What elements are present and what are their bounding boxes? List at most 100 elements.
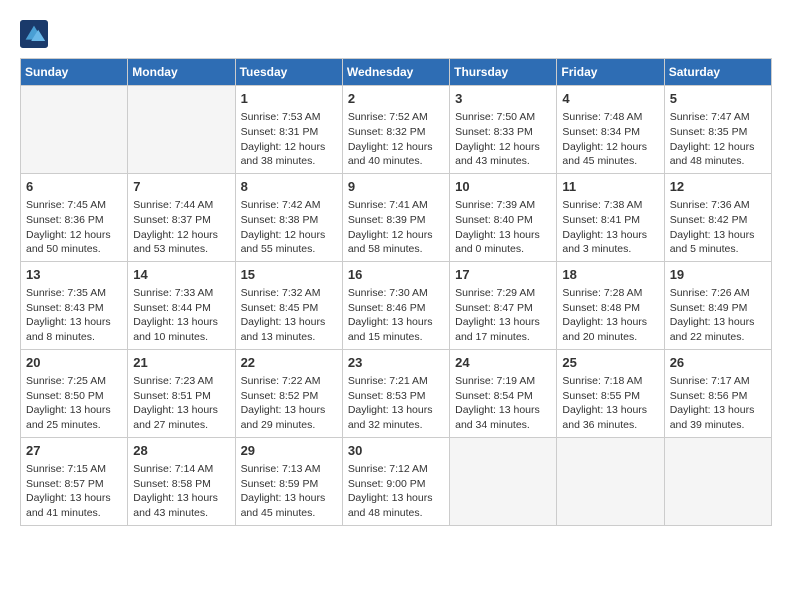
day-cell: 27 Sunrise: 7:15 AM Sunset: 8:57 PM Dayli… [21, 437, 128, 525]
day-cell [664, 437, 771, 525]
day-info: Sunrise: 7:44 AM Sunset: 8:37 PM Dayligh… [133, 198, 229, 257]
day-number: 3 [455, 90, 551, 108]
weekday-thursday: Thursday [450, 59, 557, 86]
week-row-3: 13 Sunrise: 7:35 AM Sunset: 8:43 PM Dayli… [21, 261, 772, 349]
day-cell: 9 Sunrise: 7:41 AM Sunset: 8:39 PM Daylig… [342, 173, 449, 261]
day-number: 25 [562, 354, 658, 372]
day-number: 18 [562, 266, 658, 284]
day-info: Sunrise: 7:17 AM Sunset: 8:56 PM Dayligh… [670, 374, 766, 433]
logo-icon [20, 20, 48, 48]
week-row-1: 1 Sunrise: 7:53 AM Sunset: 8:31 PM Daylig… [21, 86, 772, 174]
day-cell: 11 Sunrise: 7:38 AM Sunset: 8:41 PM Dayli… [557, 173, 664, 261]
day-cell: 3 Sunrise: 7:50 AM Sunset: 8:33 PM Daylig… [450, 86, 557, 174]
day-info: Sunrise: 7:12 AM Sunset: 9:00 PM Dayligh… [348, 462, 444, 521]
day-cell [450, 437, 557, 525]
day-info: Sunrise: 7:53 AM Sunset: 8:31 PM Dayligh… [241, 110, 337, 169]
week-row-2: 6 Sunrise: 7:45 AM Sunset: 8:36 PM Daylig… [21, 173, 772, 261]
day-info: Sunrise: 7:29 AM Sunset: 8:47 PM Dayligh… [455, 286, 551, 345]
weekday-sunday: Sunday [21, 59, 128, 86]
day-info: Sunrise: 7:18 AM Sunset: 8:55 PM Dayligh… [562, 374, 658, 433]
day-number: 16 [348, 266, 444, 284]
day-info: Sunrise: 7:48 AM Sunset: 8:34 PM Dayligh… [562, 110, 658, 169]
day-info: Sunrise: 7:42 AM Sunset: 8:38 PM Dayligh… [241, 198, 337, 257]
day-cell: 26 Sunrise: 7:17 AM Sunset: 8:56 PM Dayli… [664, 349, 771, 437]
day-cell: 30Sunrise: 7:12 AM Sunset: 9:00 PM Dayli… [342, 437, 449, 525]
week-row-4: 20Sunrise: 7:25 AM Sunset: 8:50 PM Dayli… [21, 349, 772, 437]
day-info: Sunrise: 7:45 AM Sunset: 8:36 PM Dayligh… [26, 198, 122, 257]
day-cell: 15 Sunrise: 7:32 AM Sunset: 8:45 PM Dayli… [235, 261, 342, 349]
day-cell: 29Sunrise: 7:13 AM Sunset: 8:59 PM Dayli… [235, 437, 342, 525]
calendar-body: 1 Sunrise: 7:53 AM Sunset: 8:31 PM Daylig… [21, 86, 772, 526]
day-info: Sunrise: 7:14 AM Sunset: 8:58 PM Dayligh… [133, 462, 229, 521]
day-number: 5 [670, 90, 766, 108]
day-cell: 2Sunrise: 7:52 AM Sunset: 8:32 PM Daylig… [342, 86, 449, 174]
day-number: 26 [670, 354, 766, 372]
day-number: 6 [26, 178, 122, 196]
day-number: 7 [133, 178, 229, 196]
weekday-saturday: Saturday [664, 59, 771, 86]
day-number: 29 [241, 442, 337, 460]
day-info: Sunrise: 7:38 AM Sunset: 8:41 PM Dayligh… [562, 198, 658, 257]
day-info: Sunrise: 7:39 AM Sunset: 8:40 PM Dayligh… [455, 198, 551, 257]
day-info: Sunrise: 7:28 AM Sunset: 8:48 PM Dayligh… [562, 286, 658, 345]
day-cell: 22 Sunrise: 7:22 AM Sunset: 8:52 PM Dayli… [235, 349, 342, 437]
weekday-friday: Friday [557, 59, 664, 86]
day-cell: 6 Sunrise: 7:45 AM Sunset: 8:36 PM Daylig… [21, 173, 128, 261]
day-number: 15 [241, 266, 337, 284]
day-cell: 28 Sunrise: 7:14 AM Sunset: 8:58 PM Dayli… [128, 437, 235, 525]
day-number: 17 [455, 266, 551, 284]
day-number: 9 [348, 178, 444, 196]
day-cell [557, 437, 664, 525]
day-info: Sunrise: 7:50 AM Sunset: 8:33 PM Dayligh… [455, 110, 551, 169]
day-info: Sunrise: 7:15 AM Sunset: 8:57 PM Dayligh… [26, 462, 122, 521]
weekday-monday: Monday [128, 59, 235, 86]
day-info: Sunrise: 7:21 AM Sunset: 8:53 PM Dayligh… [348, 374, 444, 433]
day-cell: 7 Sunrise: 7:44 AM Sunset: 8:37 PM Daylig… [128, 173, 235, 261]
day-cell: 8Sunrise: 7:42 AM Sunset: 8:38 PM Daylig… [235, 173, 342, 261]
weekday-tuesday: Tuesday [235, 59, 342, 86]
day-cell: 4Sunrise: 7:48 AM Sunset: 8:34 PM Daylig… [557, 86, 664, 174]
day-info: Sunrise: 7:35 AM Sunset: 8:43 PM Dayligh… [26, 286, 122, 345]
day-number: 13 [26, 266, 122, 284]
day-number: 12 [670, 178, 766, 196]
day-number: 14 [133, 266, 229, 284]
day-cell: 23Sunrise: 7:21 AM Sunset: 8:53 PM Dayli… [342, 349, 449, 437]
day-info: Sunrise: 7:23 AM Sunset: 8:51 PM Dayligh… [133, 374, 229, 433]
day-cell: 1 Sunrise: 7:53 AM Sunset: 8:31 PM Daylig… [235, 86, 342, 174]
day-info: Sunrise: 7:26 AM Sunset: 8:49 PM Dayligh… [670, 286, 766, 345]
day-info: Sunrise: 7:32 AM Sunset: 8:45 PM Dayligh… [241, 286, 337, 345]
logo [20, 20, 52, 48]
day-number: 2 [348, 90, 444, 108]
day-info: Sunrise: 7:36 AM Sunset: 8:42 PM Dayligh… [670, 198, 766, 257]
day-number: 22 [241, 354, 337, 372]
day-number: 11 [562, 178, 658, 196]
weekday-header-row: SundayMondayTuesdayWednesdayThursdayFrid… [21, 59, 772, 86]
day-cell: 19 Sunrise: 7:26 AM Sunset: 8:49 PM Dayli… [664, 261, 771, 349]
day-info: Sunrise: 7:22 AM Sunset: 8:52 PM Dayligh… [241, 374, 337, 433]
day-info: Sunrise: 7:41 AM Sunset: 8:39 PM Dayligh… [348, 198, 444, 257]
day-cell [21, 86, 128, 174]
day-number: 10 [455, 178, 551, 196]
weekday-wednesday: Wednesday [342, 59, 449, 86]
day-cell: 13 Sunrise: 7:35 AM Sunset: 8:43 PM Dayli… [21, 261, 128, 349]
day-cell: 14 Sunrise: 7:33 AM Sunset: 8:44 PM Dayli… [128, 261, 235, 349]
day-cell: 17 Sunrise: 7:29 AM Sunset: 8:47 PM Dayli… [450, 261, 557, 349]
calendar-table: SundayMondayTuesdayWednesdayThursdayFrid… [20, 58, 772, 526]
day-number: 24 [455, 354, 551, 372]
day-info: Sunrise: 7:47 AM Sunset: 8:35 PM Dayligh… [670, 110, 766, 169]
week-row-5: 27 Sunrise: 7:15 AM Sunset: 8:57 PM Dayli… [21, 437, 772, 525]
day-cell: 12 Sunrise: 7:36 AM Sunset: 8:42 PM Dayli… [664, 173, 771, 261]
day-number: 1 [241, 90, 337, 108]
day-number: 21 [133, 354, 229, 372]
header [20, 20, 772, 48]
day-number: 19 [670, 266, 766, 284]
day-cell: 18 Sunrise: 7:28 AM Sunset: 8:48 PM Dayli… [557, 261, 664, 349]
day-number: 28 [133, 442, 229, 460]
day-number: 20 [26, 354, 122, 372]
day-cell: 25 Sunrise: 7:18 AM Sunset: 8:55 PM Dayli… [557, 349, 664, 437]
day-number: 27 [26, 442, 122, 460]
day-info: Sunrise: 7:33 AM Sunset: 8:44 PM Dayligh… [133, 286, 229, 345]
day-info: Sunrise: 7:19 AM Sunset: 8:54 PM Dayligh… [455, 374, 551, 433]
day-info: Sunrise: 7:30 AM Sunset: 8:46 PM Dayligh… [348, 286, 444, 345]
day-cell: 24 Sunrise: 7:19 AM Sunset: 8:54 PM Dayli… [450, 349, 557, 437]
